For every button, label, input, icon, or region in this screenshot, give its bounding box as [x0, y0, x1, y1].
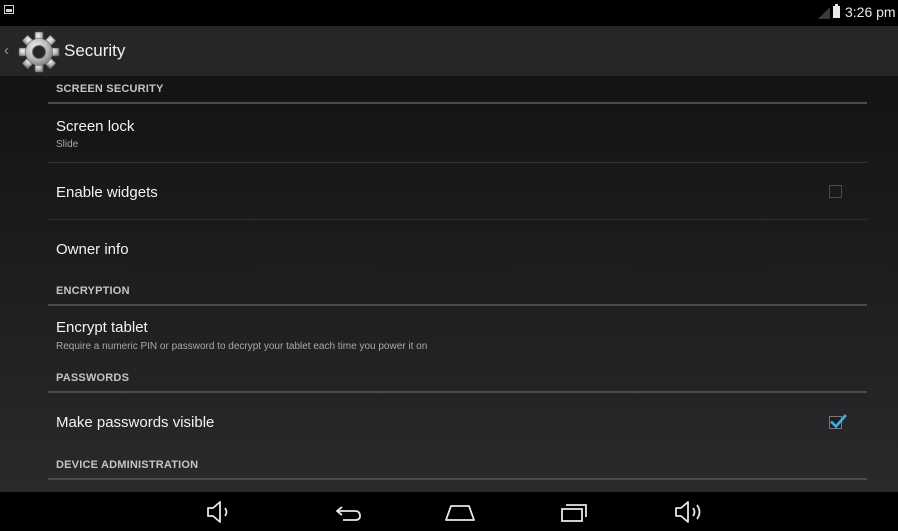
make-passwords-visible-checkbox[interactable]	[829, 414, 847, 429]
notification-icon[interactable]	[4, 5, 14, 14]
checkmark-icon	[830, 414, 847, 429]
section-header-encryption: ENCRYPTION	[48, 278, 867, 306]
section-header-label: ENCRYPTION	[56, 285, 130, 297]
navigation-bar	[0, 492, 898, 531]
owner-info-item[interactable]: Owner info	[48, 220, 867, 277]
screen-lock-summary: Slide	[56, 139, 79, 150]
recent-apps-button[interactable]	[554, 492, 594, 531]
screen-lock-title: Screen lock	[56, 118, 135, 135]
enable-widgets-title: Enable widgets	[56, 184, 158, 201]
volume-down-icon	[207, 501, 228, 523]
encrypt-tablet-title: Encrypt tablet	[56, 319, 148, 336]
section-header-label: PASSWORDS	[56, 372, 130, 384]
volume-down-button[interactable]	[200, 492, 240, 531]
enable-widgets-checkbox[interactable]	[829, 185, 842, 198]
back-icon	[336, 506, 361, 521]
make-passwords-visible-title: Make passwords visible	[56, 414, 215, 431]
action-bar: ‹ Security	[0, 26, 898, 76]
security-settings-screen: 3:26 pm ‹ Security SCREEN SECURITY Scree…	[0, 0, 898, 531]
screen-lock-item[interactable]: Screen lock Slide	[48, 105, 867, 163]
recent-apps-icon	[561, 504, 587, 522]
signal-icon	[818, 7, 830, 19]
home-icon	[445, 505, 475, 521]
status-bar: 3:26 pm	[0, 0, 898, 26]
battery-icon	[833, 4, 840, 18]
volume-up-button[interactable]	[668, 492, 708, 531]
status-time: 3:26 pm	[845, 4, 896, 20]
section-header-passwords: PASSWORDS	[48, 365, 867, 393]
up-caret-icon[interactable]: ‹	[4, 42, 9, 60]
encrypt-tablet-summary: Require a numeric PIN or password to dec…	[56, 341, 428, 352]
section-header-screen-security: SCREEN SECURITY	[48, 76, 867, 104]
section-header-device-administration: DEVICE ADMINISTRATION	[48, 452, 867, 480]
settings-list[interactable]: SCREEN SECURITY Screen lock Slide Enable…	[0, 76, 898, 492]
section-header-label: DEVICE ADMINISTRATION	[56, 459, 199, 471]
home-button[interactable]	[440, 492, 480, 531]
settings-gear-icon[interactable]	[17, 30, 61, 74]
back-button[interactable]	[328, 492, 368, 531]
enable-widgets-item[interactable]: Enable widgets	[48, 163, 867, 220]
owner-info-title: Owner info	[56, 241, 129, 258]
encrypt-tablet-item[interactable]: Encrypt tablet Require a numeric PIN or …	[48, 307, 867, 361]
volume-up-icon	[675, 501, 701, 523]
make-passwords-visible-item[interactable]: Make passwords visible	[48, 394, 867, 452]
page-title: Security	[64, 41, 126, 60]
section-header-label: SCREEN SECURITY	[56, 83, 164, 95]
